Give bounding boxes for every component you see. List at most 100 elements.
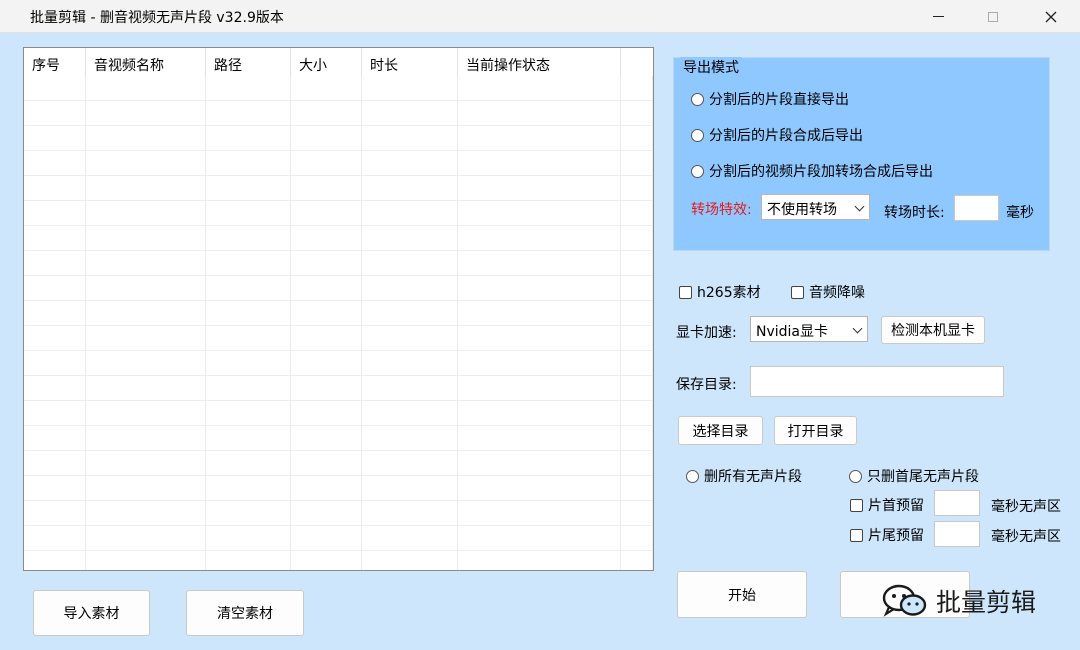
- radio-export-merge[interactable]: 分割后的片段合成后导出: [691, 125, 863, 145]
- table-cell: [291, 76, 362, 101]
- table-cell: [621, 151, 653, 176]
- table-row: [24, 276, 653, 301]
- table-cell: [458, 201, 621, 226]
- tail-keep-checkbox[interactable]: 片尾预留: [850, 525, 924, 545]
- file-table[interactable]: 序号 音视频名称 路径 大小 时长 当前操作状态: [23, 47, 654, 571]
- column-header-size[interactable]: 大小: [291, 48, 362, 76]
- table-row: [24, 151, 653, 176]
- table-cell: [24, 401, 86, 426]
- table-cell: [86, 376, 206, 401]
- denoise-checkbox[interactable]: 音频降噪: [791, 282, 865, 302]
- table-cell: [362, 151, 458, 176]
- table-cell: [621, 551, 653, 570]
- import-button[interactable]: 导入素材: [33, 590, 150, 636]
- table-cell: [458, 551, 621, 570]
- table-cell: [362, 351, 458, 376]
- table-cell: [621, 101, 653, 126]
- head-keep-input[interactable]: [934, 490, 980, 516]
- table-row: [24, 551, 653, 570]
- table-cell: [362, 526, 458, 551]
- table-row: [24, 126, 653, 151]
- table-cell: [621, 301, 653, 326]
- choose-dir-button[interactable]: 选择目录: [678, 416, 763, 445]
- table-cell: [458, 526, 621, 551]
- column-header-duration[interactable]: 时长: [362, 48, 458, 76]
- transition-effect-label: 转场特效:: [691, 202, 752, 218]
- radio-delete-all[interactable]: 删所有无声片段: [686, 466, 802, 486]
- radio-label: 分割后的视频片段加转场合成后导出: [709, 164, 933, 180]
- table-cell: [291, 276, 362, 301]
- table-cell: [206, 101, 291, 126]
- table-cell: [458, 351, 621, 376]
- radio-export-transition[interactable]: 分割后的视频片段加转场合成后导出: [691, 161, 933, 181]
- table-body: [24, 76, 653, 570]
- head-keep-checkbox[interactable]: 片首预留: [850, 495, 924, 515]
- radio-icon: [686, 469, 699, 483]
- save-dir-input[interactable]: [750, 366, 1004, 397]
- table-cell: [291, 526, 362, 551]
- detect-gpu-button[interactable]: 检测本机显卡: [881, 316, 985, 344]
- table-cell: [24, 426, 86, 451]
- column-header-name[interactable]: 音视频名称: [86, 48, 206, 76]
- radio-delete-head-tail[interactable]: 只删首尾无声片段: [849, 466, 979, 486]
- table-cell: [362, 76, 458, 101]
- table-cell: [206, 376, 291, 401]
- column-header-index[interactable]: 序号: [24, 48, 86, 76]
- radio-label: 只删首尾无声片段: [867, 469, 979, 485]
- table-cell: [291, 151, 362, 176]
- table-cell: [621, 526, 653, 551]
- table-row: [24, 76, 653, 101]
- column-header-status[interactable]: 当前操作状态: [458, 48, 621, 76]
- minimize-icon: [932, 16, 944, 17]
- table-cell: [206, 401, 291, 426]
- table-cell: [24, 526, 86, 551]
- column-header-path[interactable]: 路径: [206, 48, 291, 76]
- table-cell: [86, 126, 206, 151]
- transition-effect-value: 不使用转场: [767, 202, 837, 218]
- table-row: [24, 176, 653, 201]
- checkbox-icon: [850, 528, 863, 542]
- table-cell: [458, 126, 621, 151]
- start-button[interactable]: 开始: [677, 571, 807, 618]
- table-cell: [24, 201, 86, 226]
- table-cell: [362, 101, 458, 126]
- table-cell: [206, 526, 291, 551]
- table-cell: [206, 351, 291, 376]
- table-cell: [621, 226, 653, 251]
- table-cell: [206, 476, 291, 501]
- table-cell: [24, 151, 86, 176]
- table-cell: [206, 426, 291, 451]
- table-cell: [86, 101, 206, 126]
- table-cell: [621, 126, 653, 151]
- transition-duration-input[interactable]: [954, 195, 999, 221]
- table-cell: [291, 451, 362, 476]
- table-cell: [362, 226, 458, 251]
- table-cell: [291, 226, 362, 251]
- clear-button[interactable]: 清空素材: [186, 590, 304, 636]
- table-cell: [362, 426, 458, 451]
- table-cell: [362, 126, 458, 151]
- table-cell: [86, 351, 206, 376]
- table-cell: [291, 201, 362, 226]
- h265-checkbox[interactable]: h265素材: [679, 282, 761, 302]
- transition-effect-select[interactable]: 不使用转场: [761, 194, 870, 220]
- table-cell: [86, 176, 206, 201]
- table-cell: [24, 451, 86, 476]
- table-cell: [621, 251, 653, 276]
- table-cell: [206, 301, 291, 326]
- open-dir-button[interactable]: 打开目录: [774, 416, 857, 445]
- tail-keep-input[interactable]: [934, 521, 980, 547]
- close-icon: [1045, 11, 1057, 22]
- gpu-select[interactable]: Nvidia显卡: [750, 316, 868, 342]
- radio-export-direct[interactable]: 分割后的片段直接导出: [691, 89, 849, 109]
- table-row: [24, 451, 653, 476]
- table-cell: [86, 301, 206, 326]
- gpu-label: 显卡加速:: [676, 325, 737, 341]
- minimize-button[interactable]: [915, 0, 961, 33]
- table-row: [24, 351, 653, 376]
- maximize-button[interactable]: [970, 0, 1016, 33]
- close-button[interactable]: [1028, 0, 1074, 33]
- table-row: [24, 426, 653, 451]
- table-cell: [86, 476, 206, 501]
- table-cell: [24, 226, 86, 251]
